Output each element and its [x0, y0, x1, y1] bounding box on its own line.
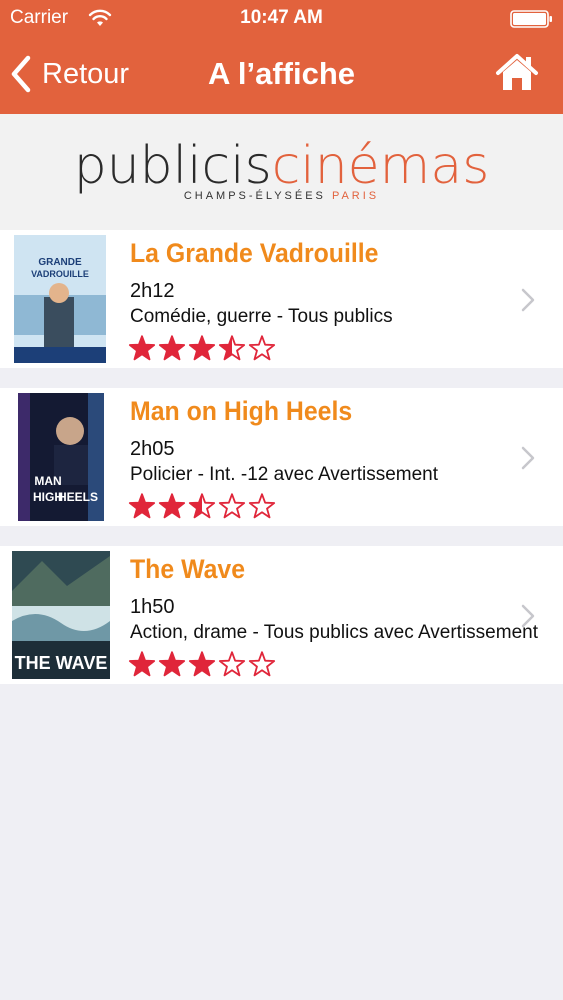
movie-poster: MAN HIGH HEELS [18, 393, 104, 521]
movie-row[interactable]: THE WAVE The Wave 1h50 Action, drame - T… [0, 546, 563, 684]
svg-text:VADROUILLE: VADROUILLE [31, 269, 89, 279]
home-icon[interactable] [495, 52, 539, 92]
movie-genre: Policier - Int. -12 avec Avertissement [130, 464, 438, 485]
chevron-right-icon [521, 446, 535, 470]
star-outline-icon [248, 651, 276, 677]
rating-stars [128, 493, 276, 519]
movie-poster: GRANDE VADROUILLE [14, 235, 106, 363]
logo-subtitle: CHAMPS-ÉLYSÉES [183, 190, 326, 202]
cinema-logo: publiciscinémas CHAMPS-ÉLYSÉES PARIS [0, 114, 563, 230]
movie-poster: THE WAVE [12, 551, 110, 679]
svg-text:THE WAVE: THE WAVE [15, 653, 108, 673]
clock: 10:47 AM [240, 7, 323, 28]
star-outline-icon [248, 493, 276, 519]
rating-stars [128, 651, 276, 677]
chevron-right-icon [521, 288, 535, 312]
battery-icon [510, 10, 552, 28]
movie-title: The Wave [130, 554, 246, 584]
movie-duration: 2h12 [130, 280, 175, 302]
status-bar: Carrier 10:47 AM [0, 0, 563, 38]
movie-title: Man on High Heels [130, 396, 353, 426]
movie-row[interactable]: MAN HIGH HEELS Man on High Heels 2h05 Po… [0, 388, 563, 526]
star-outline-icon [248, 335, 276, 361]
movie-genre: Action, drame - Tous publics avec Averti… [130, 622, 538, 643]
logo-name-part2: cinémas [271, 136, 490, 196]
svg-text:MAN: MAN [34, 474, 61, 488]
page-title: A l’affiche [208, 56, 355, 91]
logo-name-part1: publicis [73, 136, 272, 196]
svg-text:GRANDE: GRANDE [38, 257, 82, 268]
star-outline-icon [218, 493, 246, 519]
movie-duration: 1h50 [130, 596, 175, 618]
svg-text:HEELS: HEELS [58, 490, 98, 504]
movie-title: La Grande Vadrouille [130, 238, 379, 268]
rating-stars [128, 335, 276, 361]
movie-row[interactable]: GRANDE VADROUILLE La Grande Vadrouille 2… [0, 230, 563, 368]
star-outline-icon [218, 651, 246, 677]
chevron-right-icon [521, 604, 535, 628]
logo-subtitle-city: PARIS [331, 190, 380, 202]
movie-genre: Comédie, guerre - Tous publics [130, 306, 393, 327]
nav-bar: Retour A l’affiche [0, 38, 563, 114]
movie-duration: 2h05 [130, 438, 175, 460]
